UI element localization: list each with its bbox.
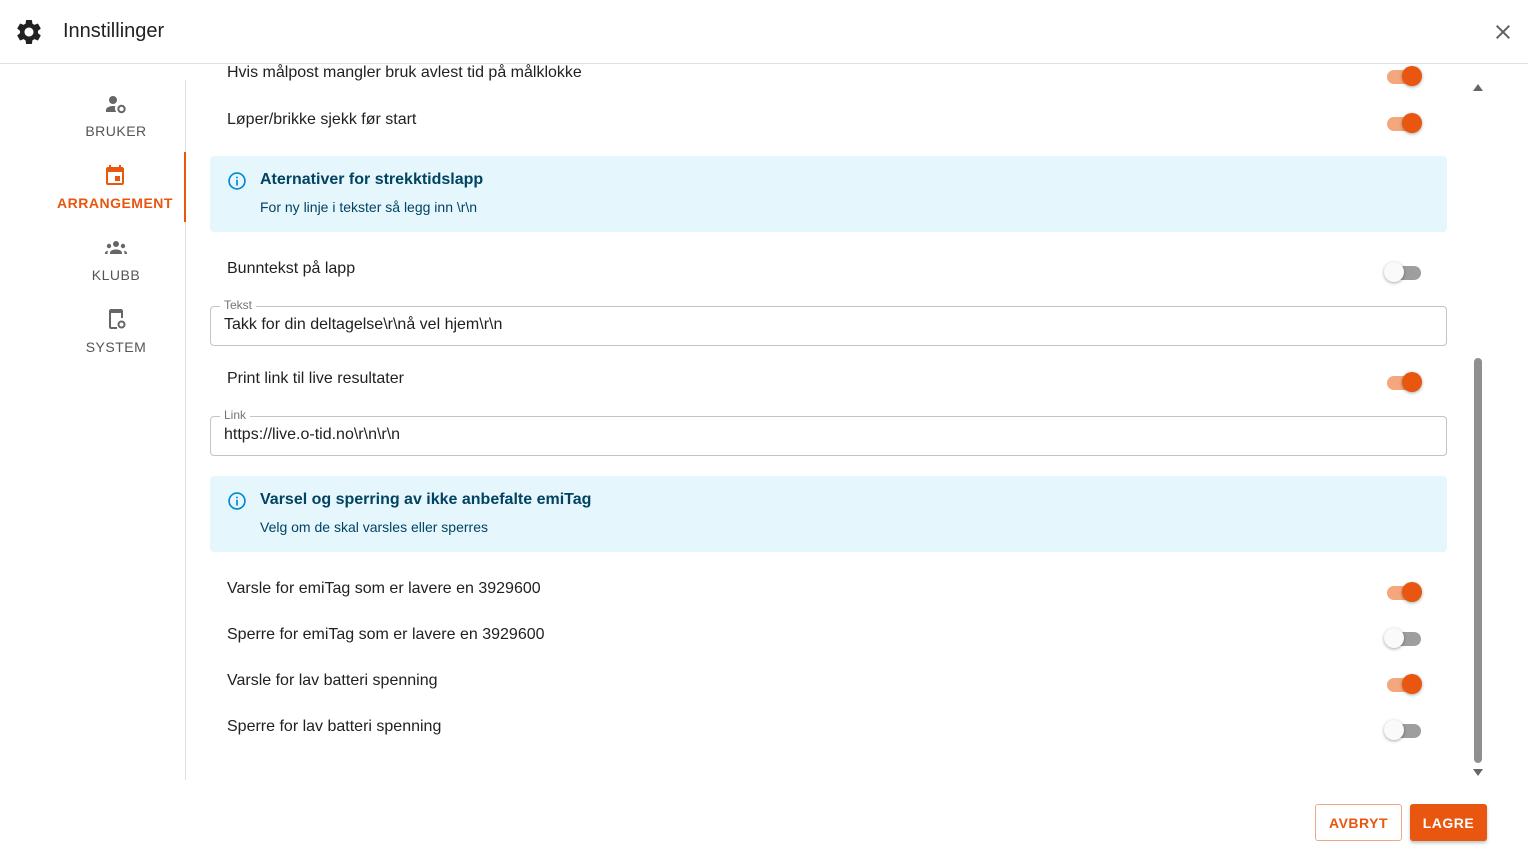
setting-label: Varsle for emiTag som er lavere en 39296… (227, 580, 541, 597)
setting-row-bunntekst: Bunntekst på lapp (227, 250, 1447, 290)
print-link-toggle[interactable] (1384, 371, 1424, 392)
loper-brikke-toggle[interactable] (1384, 112, 1424, 133)
field-legend: Link (220, 408, 251, 422)
setting-row-varsle-batteri: Varsle for lav batteri spenning (227, 662, 1447, 702)
scroll-down-arrow-icon[interactable] (1473, 769, 1483, 776)
content-scrollbar[interactable] (1468, 80, 1488, 780)
malpost-toggle[interactable] (1384, 65, 1424, 86)
setting-row-loper-brikke: Løper/brikke sjekk før start (227, 101, 1447, 141)
setting-row-varsle-emitag: Varsle for emiTag som er lavere en 39296… (227, 570, 1447, 610)
tekst-field[interactable]: Tekst (210, 298, 1447, 346)
setting-label: Hvis målpost mangler bruk avlest tid på … (227, 64, 582, 81)
info-icon (228, 492, 246, 510)
info-title: Aternativer for strekktidslapp (260, 171, 484, 188)
info-alert-emitag: Varsel og sperring av ikke anbefalte emi… (210, 476, 1447, 552)
link-input[interactable] (224, 426, 1424, 444)
info-subtitle: Velg om de skal varsles eller sperres (260, 519, 488, 535)
bunntekst-toggle[interactable] (1384, 261, 1424, 282)
setting-row-print-link: Print link til live resultater (227, 360, 1447, 400)
setting-row-sperre-emitag: Sperre for emiTag som er lavere en 39296… (227, 616, 1447, 656)
sidebar-item-system[interactable]: SYSTEM (46, 296, 186, 366)
dialog-header: Innstillinger (0, 0, 1528, 64)
sidebar-item-bruker[interactable]: BRUKER (46, 80, 186, 150)
group-icon (105, 241, 127, 254)
setting-label: Sperre for emiTag som er lavere en 39296… (227, 626, 545, 643)
close-icon[interactable] (1491, 20, 1515, 44)
gear-icon (17, 19, 41, 44)
sidebar-item-label: ARRANGEMENT (57, 195, 173, 211)
info-title: Varsel og sperring av ikke anbefalte emi… (260, 491, 592, 508)
info-subtitle: For ny linje i tekster så legg inn \r\n (260, 199, 478, 215)
setting-row-malpost: Hvis målpost mangler bruk avlest tid på … (227, 64, 1447, 94)
settings-content: Hvis målpost mangler bruk avlest tid på … (186, 64, 1486, 780)
device-settings-icon (109, 309, 126, 329)
save-button[interactable]: LAGRE (1410, 804, 1487, 841)
link-field[interactable]: Link (210, 408, 1447, 456)
setting-label: Bunntekst på lapp (227, 260, 356, 277)
user-settings-icon (106, 96, 126, 114)
settings-sidebar: BRUKER ARRANGEMENT KLUBB SYSTEM (0, 80, 186, 780)
varsle-batteri-toggle[interactable] (1384, 673, 1424, 694)
cancel-button[interactable]: AVBRYT (1315, 804, 1402, 841)
calendar-icon (106, 165, 124, 185)
setting-label: Varsle for lav batteri spenning (227, 672, 438, 689)
sperre-batteri-toggle[interactable] (1384, 719, 1424, 740)
dialog-title: Innstillinger (63, 20, 165, 42)
info-alert-strekktidslapp: Aternativer for strekktidslapp For ny li… (210, 156, 1447, 232)
sidebar-item-klubb[interactable]: KLUBB (46, 224, 186, 294)
info-icon (228, 172, 246, 190)
scrollbar-thumb[interactable] (1474, 358, 1482, 763)
sidebar-item-label: KLUBB (91, 267, 141, 283)
sidebar-item-label: BRUKER (85, 123, 147, 139)
setting-label: Løper/brikke sjekk før start (227, 111, 417, 128)
field-legend: Tekst (220, 298, 257, 312)
setting-row-sperre-batteri: Sperre for lav batteri spenning (227, 708, 1447, 748)
scroll-up-arrow-icon[interactable] (1473, 84, 1483, 91)
sidebar-item-arrangement[interactable]: ARRANGEMENT (46, 152, 186, 222)
varsle-emitag-toggle[interactable] (1384, 581, 1424, 602)
setting-label: Print link til live resultater (227, 370, 404, 387)
sidebar-item-label: SYSTEM (85, 339, 147, 355)
sperre-emitag-toggle[interactable] (1384, 627, 1424, 648)
setting-label: Sperre for lav batteri spenning (227, 718, 442, 735)
tekst-input[interactable] (224, 316, 1424, 334)
